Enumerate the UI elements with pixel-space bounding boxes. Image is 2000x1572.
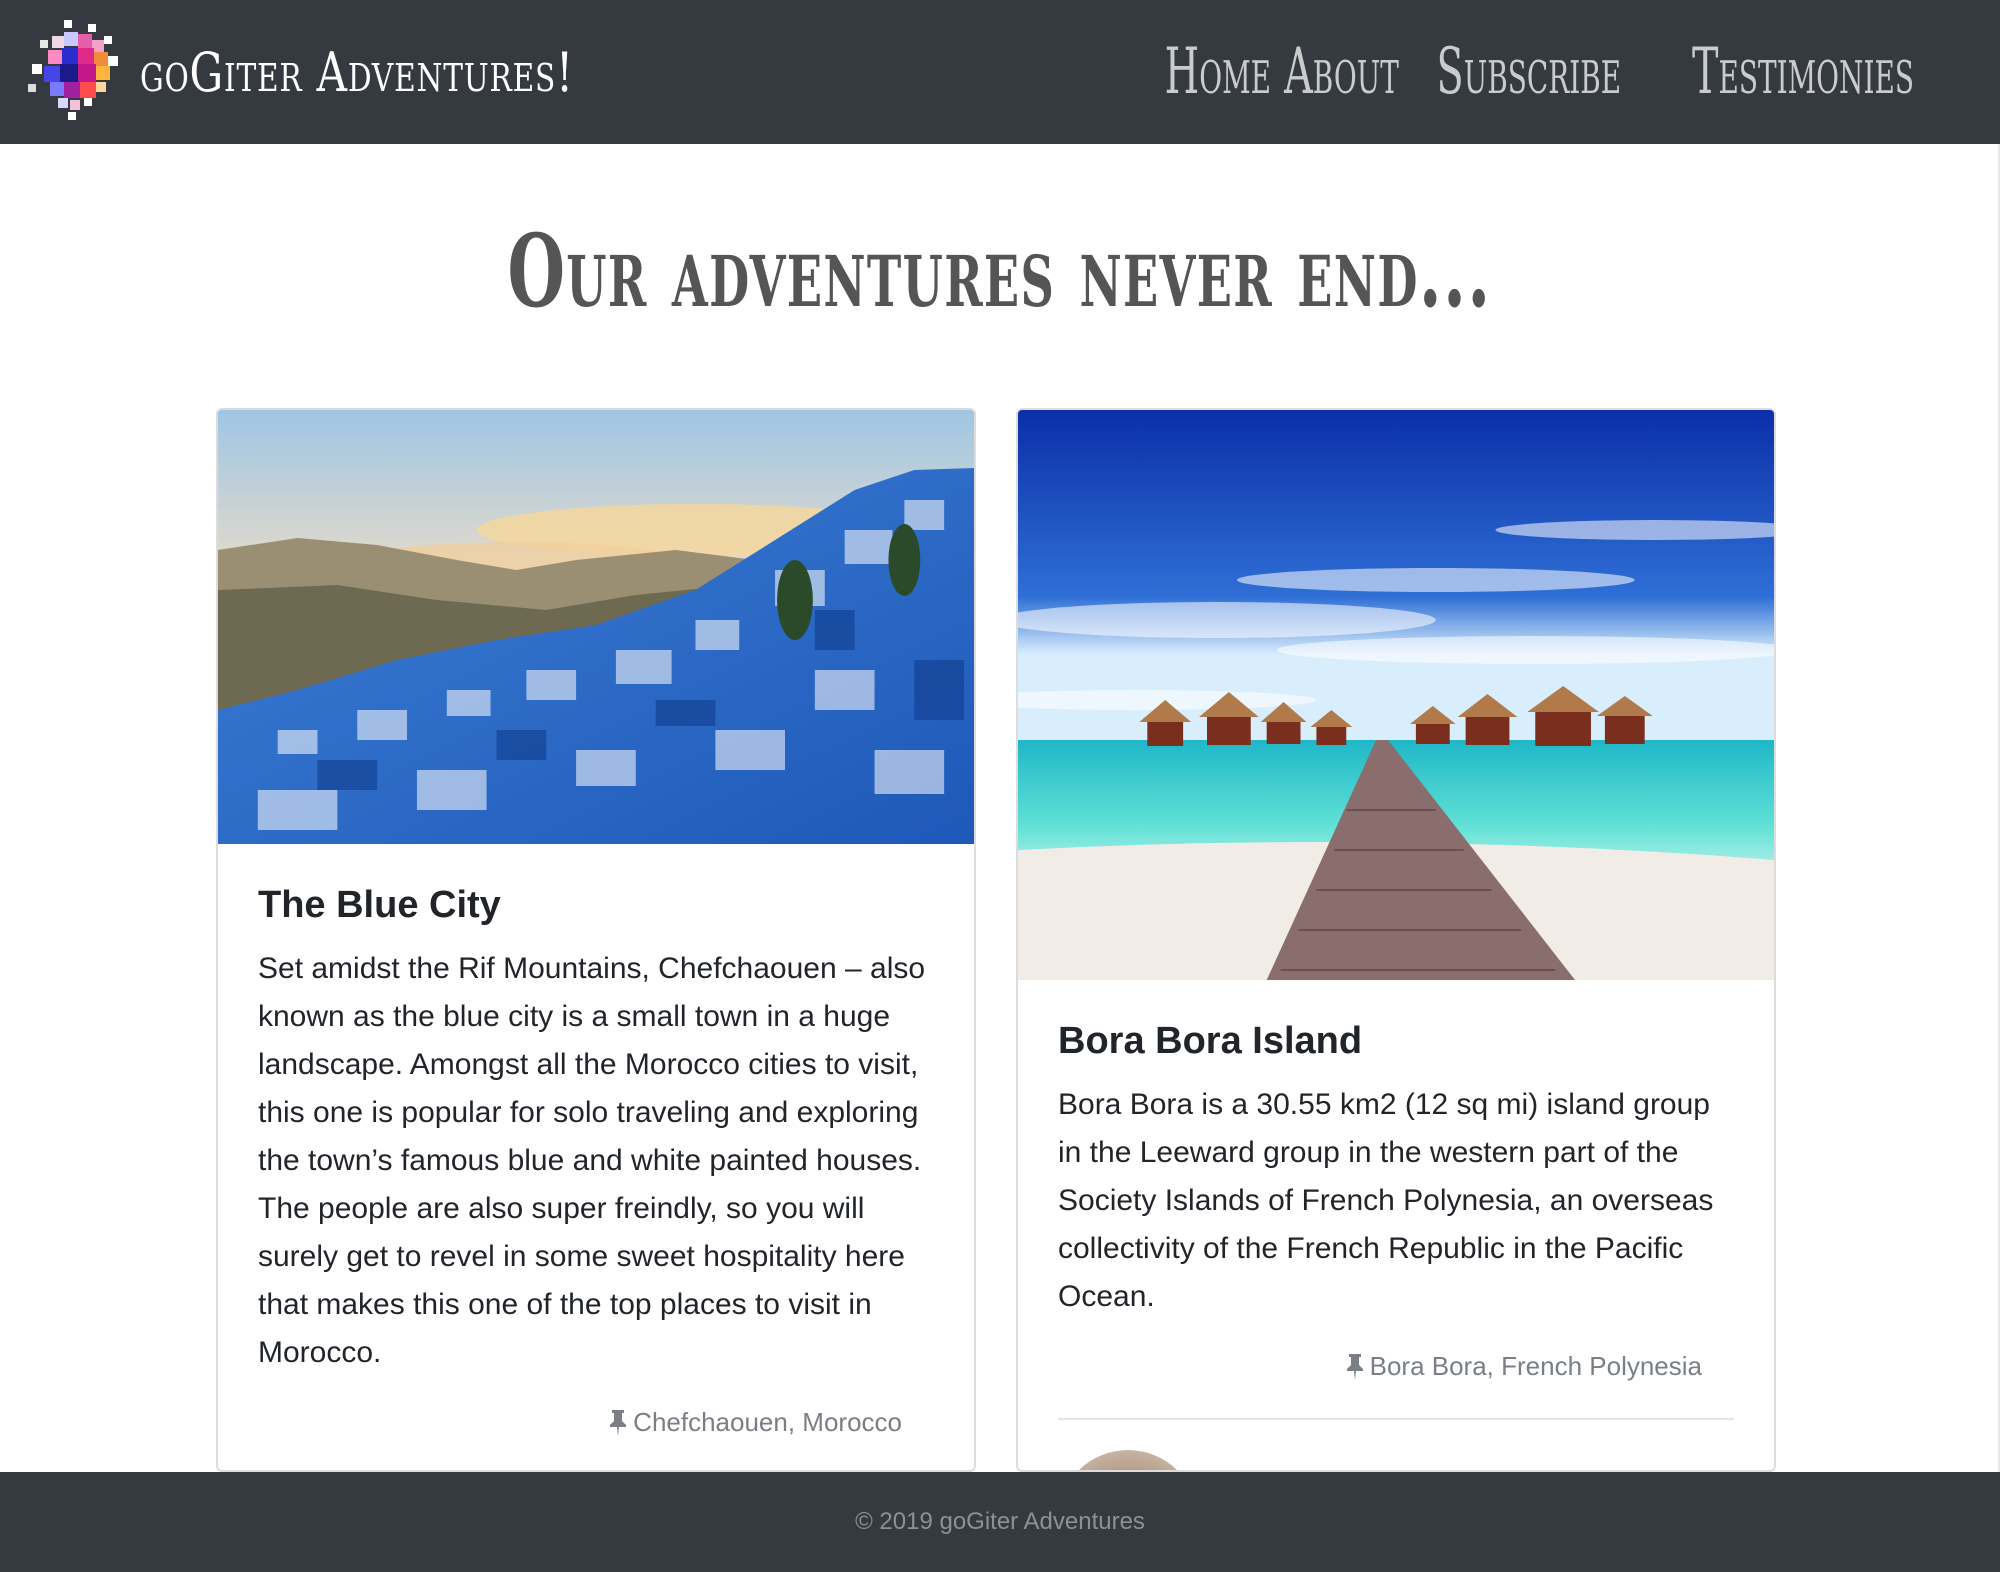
card-blue-city: The Blue City Set amidst the Rif Mountai… (216, 408, 976, 1472)
card-location: Bora Bora, French Polynesia (1058, 1351, 1734, 1382)
page-title-text: Our adventures never end... (507, 212, 1493, 330)
card-location: Chefchaouen, Morocco (258, 1407, 934, 1438)
pixel-logo-icon (28, 20, 118, 120)
pushpin-icon (610, 1409, 627, 1436)
chefchaouen-photo (218, 410, 974, 844)
avatar (1058, 1450, 1198, 1470)
card-body: The Blue City Set amidst the Rif Mountai… (218, 844, 974, 1438)
card-text: Set amidst the Rif Mountains, Chefchaoue… (258, 952, 926, 1369)
brand-title: goGiter Adventures! (140, 40, 574, 104)
card-divider (1058, 1418, 1734, 1420)
nav-link-home[interactable]: Home (1164, 35, 1270, 109)
card-title: The Blue City (258, 884, 501, 926)
brand-link[interactable]: goGiter Adventures! (24, 20, 696, 124)
nav-link-about[interactable]: About (1285, 35, 1400, 109)
card-title: Bora Bora Island (1058, 1020, 1363, 1062)
card-location-text: Chefchaouen, Morocco (633, 1407, 902, 1437)
page-title: Our adventures never end... (0, 212, 2000, 330)
card-bora-bora: Bora Bora Island Bora Bora is a 30.55 km… (1016, 408, 1776, 1472)
footer-copyright: © 2019 goGiter Adventures (855, 1508, 1145, 1535)
card-text: Bora Bora is a 30.55 km2 (12 sq mi) isla… (1058, 1088, 1714, 1313)
card-location-text: Bora Bora, French Polynesia (1369, 1351, 1702, 1381)
navbar: goGiter Adventures! Home About Subscribe… (0, 0, 2000, 144)
bora-bora-photo (1018, 410, 1774, 980)
nav-links: Home About Subscribe Testimonies (1162, 35, 1952, 109)
card-body: Bora Bora Island Bora Bora is a 30.55 km… (1018, 980, 1774, 1470)
nav-link-subscribe[interactable]: Subscribe (1437, 35, 1622, 109)
pushpin-icon (1346, 1353, 1363, 1380)
footer: © 2019 goGiter Adventures (0, 1472, 2000, 1572)
nav-link-testimonies[interactable]: Testimonies (1692, 35, 1914, 109)
